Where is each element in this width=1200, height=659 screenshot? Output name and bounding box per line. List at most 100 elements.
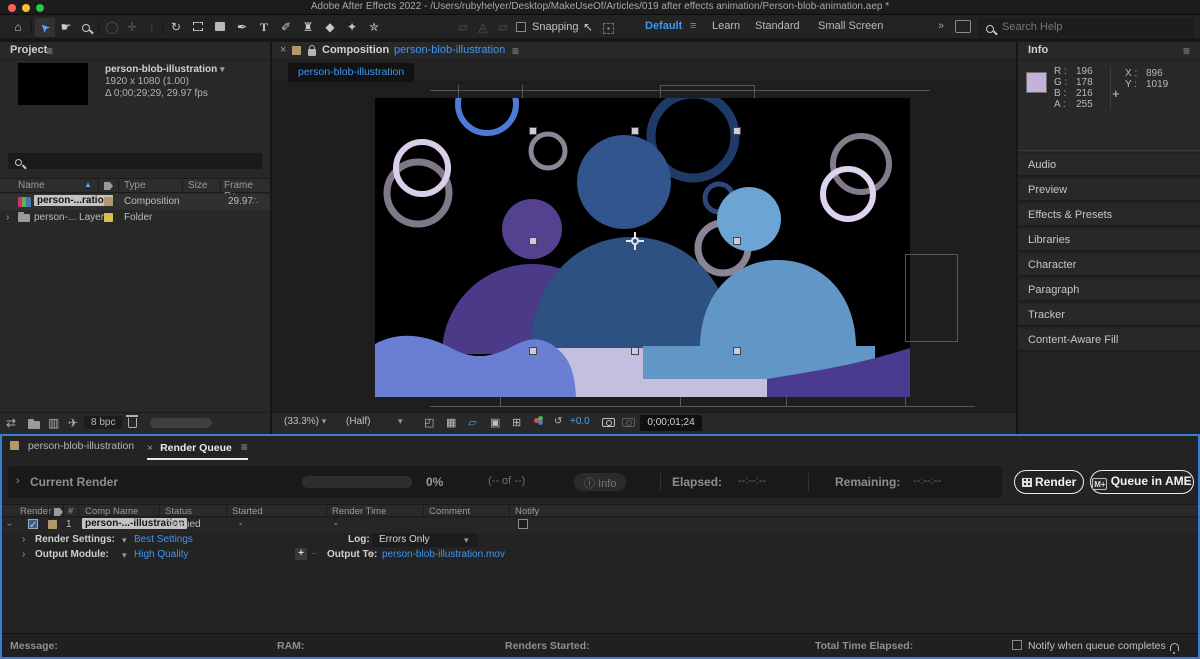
workspace-menu-icon[interactable]: ≡	[690, 20, 696, 32]
project-item-name[interactable]: person-...ration	[34, 195, 113, 206]
close-panel-icon[interactable]: ×	[280, 44, 286, 56]
sidebar-item-tracker[interactable]: Tracker	[1018, 304, 1200, 327]
label-color-swatch[interactable]	[104, 197, 113, 206]
workspace-tab-small-screen[interactable]: Small Screen	[818, 20, 883, 32]
composition-viewer[interactable]	[272, 82, 1016, 412]
sort-ascending-icon[interactable]: ▲	[84, 180, 92, 189]
grid-guides-icon[interactable]: ◰	[424, 416, 434, 429]
magnification-dropdown[interactable]: (33.3%) ▾	[284, 416, 326, 427]
project-search-input[interactable]	[34, 153, 254, 168]
column-render[interactable]: Render	[20, 506, 51, 517]
snap-pointer-icon[interactable]: ↖	[578, 18, 598, 37]
project-row-folder[interactable]: › person-... Layers Folder	[0, 210, 270, 226]
sidebar-item-character[interactable]: Character	[1018, 254, 1200, 277]
hand-tool-icon[interactable]: ☛	[56, 18, 76, 37]
snapping-checkbox[interactable]	[516, 22, 526, 34]
chevron-down-icon[interactable]: ▾	[122, 550, 127, 561]
queue-row[interactable]: › ✓ 1 person-...-illustration Queued - -	[2, 518, 1198, 533]
tab-render-queue[interactable]: × Render Queue ≡	[147, 440, 248, 460]
delete-icon[interactable]	[128, 415, 137, 429]
column-notify[interactable]: Notify	[515, 506, 539, 517]
comp-panel-label[interactable]: Composition	[322, 44, 389, 56]
panel-menu-icon[interactable]: ≡	[1183, 44, 1190, 58]
column-render-time[interactable]: Render Time	[332, 506, 386, 517]
roto-brush-tool-icon[interactable]: ✦	[342, 18, 362, 37]
clone-stamp-tool-icon[interactable]: ♜	[298, 18, 318, 37]
shape-tool-icon[interactable]	[210, 18, 230, 37]
chevron-down-icon[interactable]: ▾	[398, 416, 403, 427]
panel-menu-icon[interactable]: ≡	[241, 440, 248, 454]
column-comp-name[interactable]: Comp Name	[85, 506, 138, 517]
workspace-settings-icon[interactable]	[955, 20, 971, 33]
info-panel-title[interactable]: Info	[1028, 44, 1048, 56]
new-composition-icon[interactable]: ▥	[48, 416, 59, 430]
interpret-footage-icon[interactable]: ⇄	[6, 416, 16, 430]
guides-options-icon[interactable]: ⊞	[512, 416, 521, 429]
help-search-field[interactable]	[978, 18, 1194, 37]
selection-tool-icon[interactable]: ➤	[35, 18, 55, 37]
column-size[interactable]: Size	[188, 180, 207, 191]
project-item-name[interactable]: person-... Layers	[34, 212, 109, 223]
workspace-overflow-icon[interactable]: »	[938, 20, 944, 32]
project-comp-name[interactable]: person-blob-illustration ▾	[105, 64, 225, 75]
add-output-module-button[interactable]: +	[295, 548, 307, 560]
type-tool-icon[interactable]: T	[254, 18, 274, 37]
expand-chevron-icon[interactable]: ›	[16, 475, 20, 487]
chevron-down-icon[interactable]: ▾	[122, 535, 127, 546]
project-search-box[interactable]	[8, 153, 262, 169]
comp-panel-comp-name[interactable]: person-blob-illustration	[394, 44, 505, 56]
current-time-display[interactable]: 0;00;01;24	[640, 415, 702, 431]
notify-queue-checkbox[interactable]	[1012, 640, 1022, 652]
tab-composition[interactable]: person-blob-illustration	[10, 440, 134, 460]
notify-checkbox[interactable]	[518, 519, 528, 531]
viewer-tab[interactable]: person-blob-illustration	[288, 63, 414, 82]
sidebar-item-effects-presets[interactable]: Effects & Presets	[1018, 204, 1200, 227]
sidebar-item-audio[interactable]: Audio	[1018, 154, 1200, 177]
project-panel-title[interactable]: Project	[10, 44, 47, 56]
workspace-tab-default[interactable]: Default	[645, 20, 682, 32]
eraser-tool-icon[interactable]: ◆	[320, 18, 340, 37]
resolution-dropdown[interactable]: (Half)	[346, 416, 370, 427]
pen-tool-icon[interactable]: ✒	[232, 18, 252, 37]
workspace-tab-learn[interactable]: Learn	[712, 20, 740, 32]
column-type[interactable]: Type	[124, 180, 146, 191]
chevron-down-icon[interactable]: ▾	[370, 550, 375, 561]
render-info-button[interactable]: ⓘ Info	[574, 473, 626, 491]
column-name[interactable]: Name	[18, 180, 45, 191]
collapse-chevron-icon[interactable]: ›	[4, 523, 15, 526]
mask-visibility-icon[interactable]: ▱	[468, 416, 476, 429]
sidebar-item-preview[interactable]: Preview	[1018, 179, 1200, 202]
column-comment[interactable]: Comment	[429, 506, 470, 517]
project-flowchart-icon[interactable]: ✈	[68, 416, 78, 430]
panel-menu-icon[interactable]: ≡	[512, 44, 519, 58]
output-to-link[interactable]: person-blob-illustration.mov	[382, 549, 505, 560]
reset-exposure-icon[interactable]: ↺	[554, 416, 562, 427]
transparency-grid-icon[interactable]: ▦	[446, 416, 456, 429]
composition-canvas[interactable]	[375, 98, 910, 397]
label-column-icon[interactable]	[104, 182, 113, 193]
lock-icon[interactable]	[308, 46, 316, 58]
expand-chevron-icon[interactable]: ›	[22, 534, 25, 545]
zoom-tool-icon[interactable]	[76, 18, 96, 37]
render-button[interactable]: Render	[1014, 470, 1084, 494]
expand-chevron-icon[interactable]: ›	[22, 549, 25, 560]
brush-tool-icon[interactable]: ✐	[276, 18, 296, 37]
close-tab-icon[interactable]: ×	[147, 442, 153, 454]
channel-rgb-icon[interactable]	[534, 416, 546, 429]
snapshot-camera-icon[interactable]	[602, 416, 615, 428]
sidebar-item-paragraph[interactable]: Paragraph	[1018, 279, 1200, 302]
column-number[interactable]: #	[68, 506, 73, 517]
project-row-composition[interactable]: person-...ration Composition 29.97 ∴	[0, 194, 270, 210]
exposure-value[interactable]: +0.0	[570, 416, 590, 427]
render-enabled-checkbox[interactable]: ✓	[28, 519, 38, 530]
panel-menu-icon[interactable]: ≡	[46, 44, 53, 58]
sidebar-item-content-aware-fill[interactable]: Content-Aware Fill	[1018, 329, 1200, 352]
home-icon[interactable]: ⌂	[8, 18, 28, 37]
label-color-swatch[interactable]	[48, 520, 57, 529]
horizontal-scrollbar[interactable]	[150, 418, 212, 428]
column-status[interactable]: Status	[165, 506, 192, 517]
expand-chevron-icon[interactable]: ›	[6, 212, 9, 223]
output-module-link[interactable]: High Quality	[134, 549, 188, 560]
pan-behind-tool-icon[interactable]	[188, 18, 208, 37]
queue-in-ame-button[interactable]: M+ Queue in AME	[1090, 470, 1194, 494]
